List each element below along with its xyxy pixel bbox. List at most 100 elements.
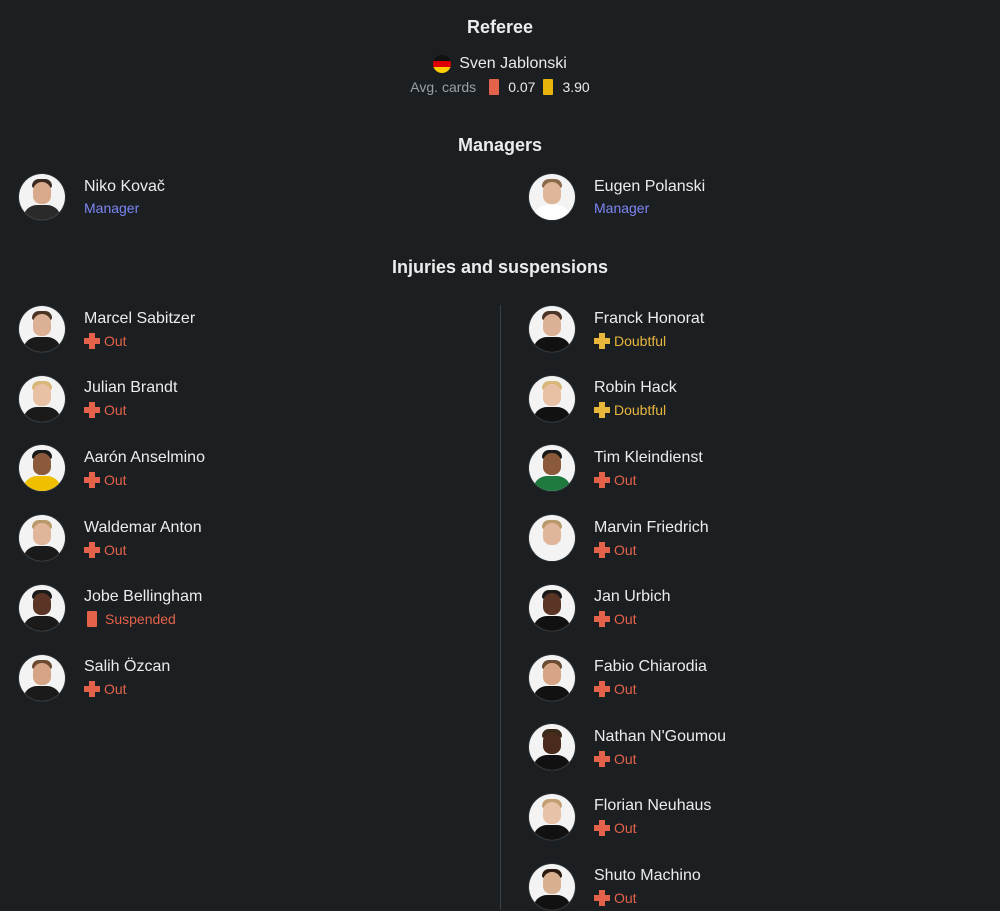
medical-cross-icon (594, 541, 610, 558)
player-name: Jan Urbich (594, 588, 671, 606)
status-label: Out (614, 471, 637, 488)
player-name: Julian Brandt (84, 379, 178, 397)
injuries-heading: Injuries and suspensions (391, 257, 609, 277)
injured-player-row[interactable]: Julian Brandt Out (19, 375, 177, 423)
medical-cross-icon (594, 471, 610, 488)
medical-cross-icon (594, 611, 610, 628)
avatar (529, 174, 575, 220)
status-label: Out (614, 681, 637, 697)
red-card-icon (87, 611, 97, 628)
player-name: Salih Özcan (84, 658, 171, 675)
managers-heading: Managers (457, 135, 543, 155)
player-avatar (529, 445, 575, 492)
manager-name: Niko Kovač (84, 178, 165, 195)
player-avatar (529, 306, 575, 352)
player-avatar (529, 793, 575, 840)
status-out: Out (594, 471, 703, 489)
medical-cross-icon (84, 332, 100, 349)
status-label: Out (104, 332, 127, 349)
medical-cross-icon (594, 681, 610, 697)
yellow-card-icon (543, 79, 554, 95)
player-avatar (19, 306, 65, 352)
medical-cross-icon (84, 402, 100, 419)
player-avatar (529, 654, 575, 701)
medical-cross-icon (84, 471, 100, 488)
status-out: Out (84, 680, 170, 698)
manager-role: Manager (84, 200, 140, 216)
medical-cross-icon (84, 541, 100, 558)
player-avatar (529, 584, 575, 631)
medical-cross-icon (594, 820, 610, 837)
player-avatar (19, 654, 65, 701)
status-doubtful: Doubtful (594, 332, 704, 350)
player-name: Aarón Anselmino (84, 448, 205, 466)
player-avatar (529, 515, 575, 562)
injured-player-row[interactable]: Marvin Friedrich Out (529, 514, 709, 562)
status-suspended: Suspended (84, 610, 202, 628)
status-out: Out (84, 401, 177, 419)
player-avatar (19, 515, 65, 562)
status-label: Out (104, 541, 127, 558)
manager-role: Manager (594, 200, 650, 216)
status-out: Out (594, 819, 711, 837)
referee-cards: Avg. cards 0.07 3.90 (0, 79, 1000, 95)
status-label: Out (104, 681, 127, 697)
referee-heading: Referee (466, 17, 534, 37)
medical-cross-icon (84, 681, 100, 697)
injured-player-row[interactable]: Tim Kleindienst Out (529, 444, 703, 492)
player-name: Marcel Sabitzer (84, 309, 196, 327)
status-out: Out (594, 680, 707, 698)
injured-player-row[interactable]: Nathan N'Goumou Out (529, 723, 726, 771)
manager-away[interactable]: Eugen Polanski Manager (529, 173, 705, 221)
avatar (19, 174, 65, 220)
player-avatar (19, 584, 65, 631)
referee-name[interactable]: Sven Jablonski (459, 55, 567, 73)
player-name: Nathan N'Goumou (594, 727, 727, 745)
injured-player-row[interactable]: Jobe Bellingham Suspended (19, 584, 202, 632)
status-out: Out (84, 541, 202, 559)
medical-cross-icon (594, 890, 610, 907)
injured-player-row[interactable]: Waldemar Anton Out (19, 514, 202, 562)
status-label: Doubtful (614, 402, 667, 419)
status-label: Out (614, 820, 637, 837)
referee-row: Sven Jablonski (0, 55, 1000, 73)
status-label: Out (614, 890, 637, 907)
injured-player-row[interactable]: Florian Neuhaus Out (529, 793, 711, 841)
player-name: Shuto Machino (594, 867, 701, 885)
status-out: Out (594, 889, 701, 907)
yellow-card-avg: 3.90 (562, 79, 590, 95)
medical-cross-icon (594, 750, 610, 767)
manager-home[interactable]: Niko Kovač Manager (19, 173, 165, 221)
player-name: Robin Hack (594, 379, 677, 397)
red-card-icon (489, 79, 500, 95)
red-card-avg: 0.07 (508, 79, 536, 95)
injured-player-row[interactable]: Jan Urbich Out (529, 584, 670, 632)
medical-cross-icon (594, 402, 610, 419)
injured-player-row[interactable]: Shuto Machino Out (529, 863, 701, 911)
player-name: Marvin Friedrich (594, 518, 709, 536)
injured-player-row[interactable]: Fabio Chiarodia Out (529, 654, 707, 702)
player-avatar (19, 375, 65, 422)
status-out: Out (84, 332, 195, 350)
status-label: Out (104, 471, 127, 488)
avg-cards-label: Avg. cards (410, 79, 477, 95)
injured-player-row[interactable]: Aarón Anselmino Out (19, 444, 205, 492)
player-name: Fabio Chiarodia (594, 658, 707, 675)
player-avatar (529, 375, 575, 422)
injured-player-row[interactable]: Robin Hack Doubtful (529, 375, 677, 423)
status-label: Out (614, 611, 637, 628)
status-out: Out (594, 610, 670, 628)
status-out: Out (594, 541, 709, 559)
player-avatar (529, 863, 575, 910)
medical-cross-icon (594, 332, 610, 349)
status-out: Out (84, 471, 205, 489)
status-label: Out (614, 541, 637, 558)
status-label: Out (104, 402, 127, 419)
player-name: Jobe Bellingham (84, 588, 203, 606)
player-avatar (19, 445, 65, 492)
player-name: Tim Kleindienst (594, 448, 703, 466)
injured-player-row[interactable]: Marcel Sabitzer Out (19, 305, 195, 353)
injured-player-row[interactable]: Salih Özcan Out (19, 654, 170, 702)
status-label: Doubtful (614, 332, 667, 349)
injured-player-row[interactable]: Franck Honorat Doubtful (529, 305, 704, 353)
